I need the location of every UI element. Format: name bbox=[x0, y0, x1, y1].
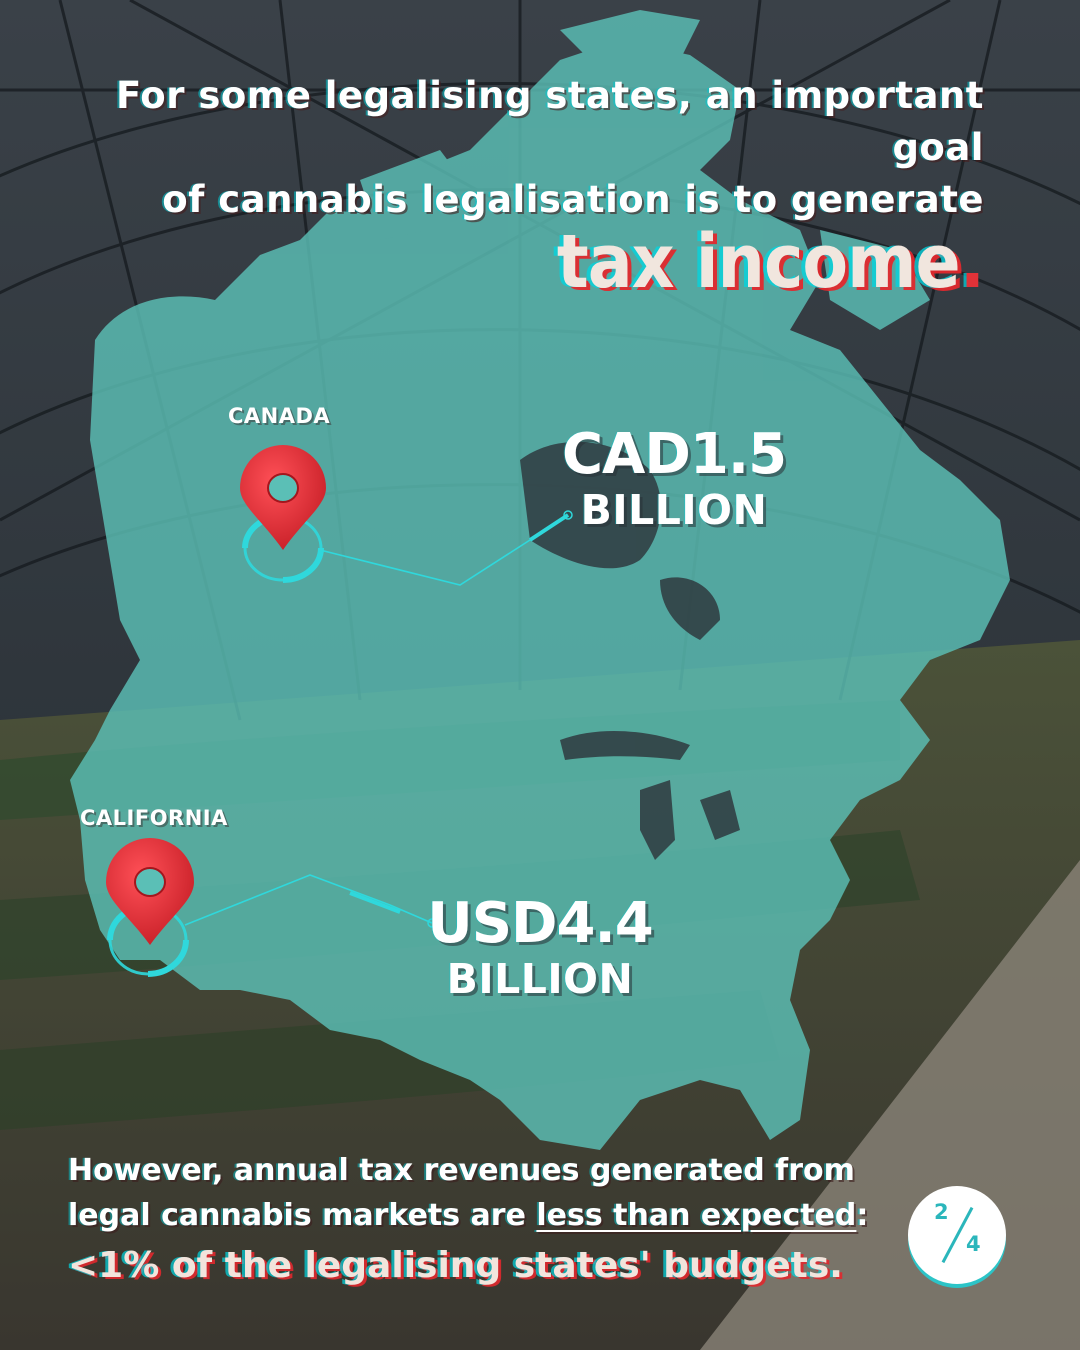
california-amount-value: USD4.4 bbox=[427, 891, 654, 956]
page-indicator: 2 4 bbox=[908, 1186, 1006, 1284]
headline-emphasis-punct: . bbox=[959, 219, 985, 305]
california-amount: USD4.4 BILLION bbox=[420, 891, 660, 1004]
headline-emphasis: tax income. bbox=[84, 219, 985, 305]
california-label: CALIFORNIA bbox=[80, 806, 228, 830]
canada-amount-value: CAD1.5 bbox=[561, 422, 787, 487]
footer-statement: However, annual tax revenues generated f… bbox=[68, 1148, 888, 1294]
footer-line-2: legal cannabis markets are less than exp… bbox=[68, 1193, 888, 1238]
footer-line-2-pre: legal cannabis markets are bbox=[68, 1198, 537, 1233]
page-current: 2 bbox=[934, 1200, 949, 1224]
headline-line-1: For some legalising states, an important… bbox=[116, 74, 984, 169]
footer-line-1: However, annual tax revenues generated f… bbox=[68, 1153, 855, 1188]
footer-line-2-post: : bbox=[856, 1198, 869, 1233]
canada-label: CANADA bbox=[228, 404, 331, 428]
california-amount-unit: BILLION bbox=[446, 955, 634, 1003]
footer-underlined-phrase: less than expected bbox=[536, 1198, 857, 1233]
canada-amount: CAD1.5 BILLION bbox=[556, 422, 792, 535]
canada-amount-unit: BILLION bbox=[580, 486, 768, 534]
footer-highlight: <1% of the legalising states' budgets. bbox=[68, 1245, 843, 1286]
headline-emphasis-text: tax income bbox=[556, 219, 961, 305]
page-total: 4 bbox=[966, 1232, 981, 1256]
headline: For some legalising states, an important… bbox=[84, 70, 985, 305]
